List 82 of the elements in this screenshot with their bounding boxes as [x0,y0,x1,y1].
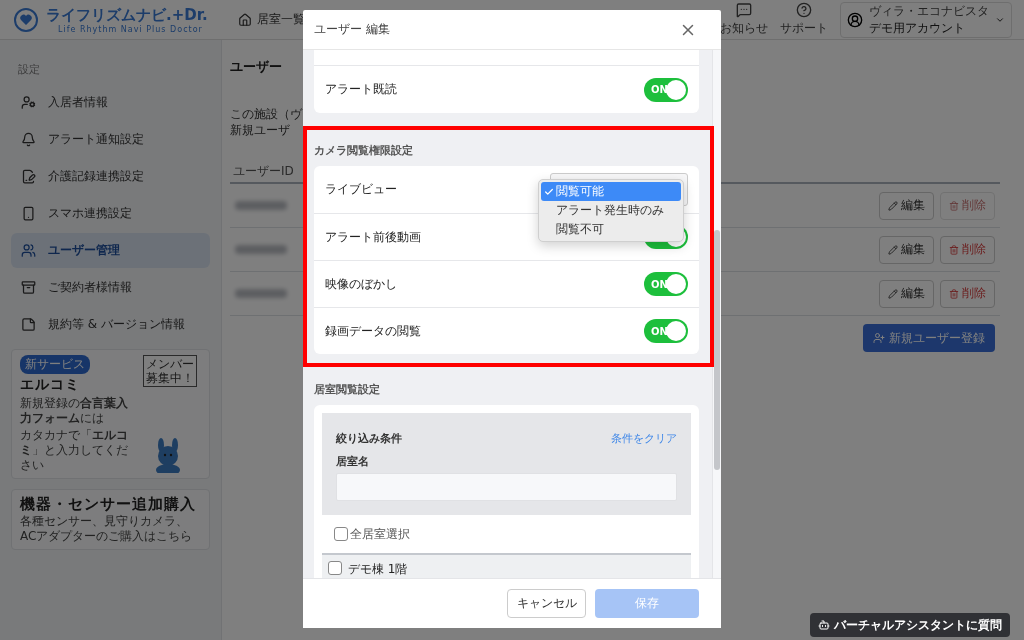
banner-title: エルコミ [20,376,80,394]
users-icon [21,243,36,258]
delete-button[interactable]: 削除 [940,279,995,308]
pencil-icon [888,200,898,211]
header-icon-button[interactable]: サポート [780,2,828,37]
sidebar-heading: 設定 [17,62,41,77]
clear-link[interactable]: 条件をクリア [611,431,677,446]
cancel-button[interactable]: キャンセル [507,589,586,618]
nav-link[interactable]: 居室一覧 [238,11,305,28]
promo-banner[interactable]: 新サービス エルコミ 新規登録の合言葉入力フォームには カタカナで「エルコミ」と入力してください メンバー 募集中！ [11,349,210,479]
logo-subtitle: Life Rhythm Navi Plus Doctor [58,24,203,34]
blurred-user-id [235,245,287,254]
scrollbar-thumb[interactable] [714,230,720,470]
sidebar-item[interactable]: 介護記録連携設定 [11,159,210,194]
note-icon [21,317,36,332]
trash-icon [949,200,959,211]
banner-title: 機器・センサー追加購入 [20,495,196,514]
dropdown-option[interactable]: アラート発生時のみ [541,201,681,220]
home-icon [238,12,252,27]
filter-title: 絞り込み条件 [336,431,402,446]
sidebar-item[interactable]: 規約等 & バージョン情報 [11,307,210,342]
archive-box-icon [21,280,36,295]
help-icon [796,2,812,18]
document-pen-icon [21,169,36,184]
pencil-icon [888,244,898,255]
description-text: 新規ユーザ [230,122,291,138]
page-title: ユーザー [230,58,283,76]
new-user-button[interactable]: 新規ユーザー登録 [863,324,995,352]
edit-button[interactable]: 編集 [879,191,934,220]
toggle-switch[interactable]: ON [644,319,688,343]
group-label: デモ棟 1階 [348,561,408,578]
dropdown-option[interactable]: 閲覧可能 [541,182,681,201]
logo-title: ライフリズムナビ.+Dr. [46,5,208,25]
checkbox[interactable] [334,527,348,541]
setting-label: 録画データの閲覧 [325,322,421,340]
banner-text: 新規登録の合言葉入力フォームには [20,396,129,426]
bell-icon [21,132,36,147]
setting-label: アラート前後動画 [325,228,421,246]
dropdown-option[interactable]: 閲覧不可 [541,220,681,239]
trash-icon [949,244,959,255]
checkbox-label: 全居室選択 [350,525,410,543]
toggle-switch[interactable]: ON [644,77,688,102]
account-name: デモ用アカウント [869,19,965,37]
purchase-banner[interactable]: 機器・センサー追加購入 各種センサー、見守りカメラ、ACアダプターのご購入はこちら [11,489,210,550]
edit-button[interactable]: 編集 [879,235,934,264]
robot-icon [818,619,830,631]
delete-button[interactable]: 削除 [940,235,995,264]
banner-text: 各種センサー、見守りカメラ、ACアダプターのご購入はこちら [20,514,194,544]
section-title: カメラ閲覧権限設定 [314,143,414,158]
facility-name: ヴィラ・エコナビスタ [869,2,989,20]
header-icon-button[interactable]: お知らせ [720,2,768,37]
new-badge: 新サービス [20,355,90,374]
user-plus-icon [873,332,885,344]
edit-button[interactable]: 編集 [879,279,934,308]
chat-bubble-icon [736,2,752,18]
sidebar-item[interactable]: アラート通知設定 [11,122,210,157]
sidebar-item[interactable]: スマホ連携設定 [11,196,210,231]
pencil-icon [888,288,898,299]
check-icon [544,186,554,197]
blurred-user-id [235,289,287,298]
setting-label: 映像のぼかし [325,275,397,293]
banner-text: カタカナで「エルコミ」と入力してください [20,428,129,473]
user-gear-icon [21,95,36,110]
toggle-switch[interactable]: ON [644,272,688,296]
column-header: ユーザーID [233,162,294,180]
setting-label: ライブビュー [325,181,397,198]
user-avatar-icon [847,11,863,28]
section-title: 居室閲覧設定 [314,382,381,397]
checkbox[interactable] [328,561,342,575]
sidebar-item[interactable]: 入居者情報 [11,85,210,120]
sidebar-item[interactable]: ユーザー管理 [11,233,210,268]
account-menu[interactable]: ヴィラ・エコナビスタ デモ用アカウント [840,1,1012,38]
trash-icon [949,288,959,299]
blurred-user-id [235,201,287,210]
description-text: この施設（ヴ [230,106,304,122]
dialog-title: ユーザー 編集 [314,21,390,38]
assistant-button[interactable]: バーチャルアシスタントに質問 [810,613,1010,637]
setting-label: アラート既読 [325,81,397,98]
field-label: 居室名 [336,454,370,469]
sign-board: メンバー 募集中！ [143,355,197,387]
smartphone-icon [21,206,36,221]
sidebar-item[interactable]: ご契約者様情報 [11,270,210,305]
